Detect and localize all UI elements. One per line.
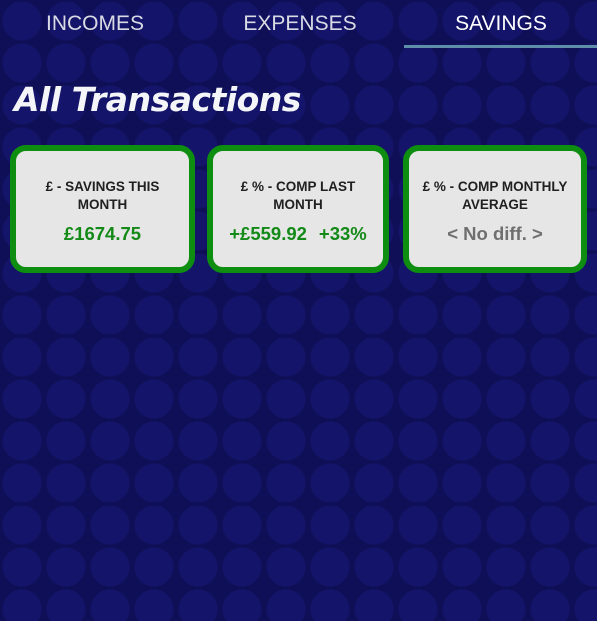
tab-incomes[interactable]: INCOMES bbox=[0, 0, 190, 48]
difference-amount: +£559.92 bbox=[229, 223, 307, 244]
card-title: £ % - COMP MONTHLY AVERAGE bbox=[409, 178, 581, 214]
page-title: All Transactions bbox=[14, 80, 301, 119]
card-title-line: £ - SAVINGS THIS bbox=[45, 179, 160, 194]
card-title-line: MONTH bbox=[77, 197, 128, 212]
card-value: +£559.92 +33% bbox=[213, 223, 383, 245]
card-title-line: £ % - COMP LAST bbox=[240, 179, 356, 194]
comp-monthly-average-card[interactable]: £ % - COMP MONTHLY AVERAGE < No diff. > bbox=[403, 145, 587, 273]
comp-last-month-card[interactable]: £ % - COMP LAST MONTH +£559.92 +33% bbox=[207, 145, 389, 273]
tab-expenses[interactable]: EXPENSES bbox=[200, 0, 400, 48]
tab-savings[interactable]: SAVINGS bbox=[405, 0, 597, 48]
card-value: < No diff. > bbox=[409, 223, 581, 245]
card-title-line: £ % - COMP MONTHLY bbox=[422, 179, 568, 194]
card-title-line: MONTH bbox=[273, 197, 323, 212]
card-title: £ - SAVINGS THIS MONTH bbox=[16, 178, 189, 214]
tab-bar: INCOMES EXPENSES SAVINGS bbox=[0, 0, 597, 48]
active-tab-indicator bbox=[404, 45, 597, 48]
difference-percent: +33% bbox=[318, 223, 367, 244]
card-title-line: AVERAGE bbox=[462, 197, 528, 212]
savings-this-month-card[interactable]: £ - SAVINGS THIS MONTH £1674.75 bbox=[10, 145, 195, 273]
card-value: £1674.75 bbox=[16, 223, 189, 245]
card-title: £ % - COMP LAST MONTH bbox=[213, 178, 383, 214]
no-difference-text: < No diff. > bbox=[447, 223, 543, 244]
savings-amount: £1674.75 bbox=[63, 223, 142, 244]
